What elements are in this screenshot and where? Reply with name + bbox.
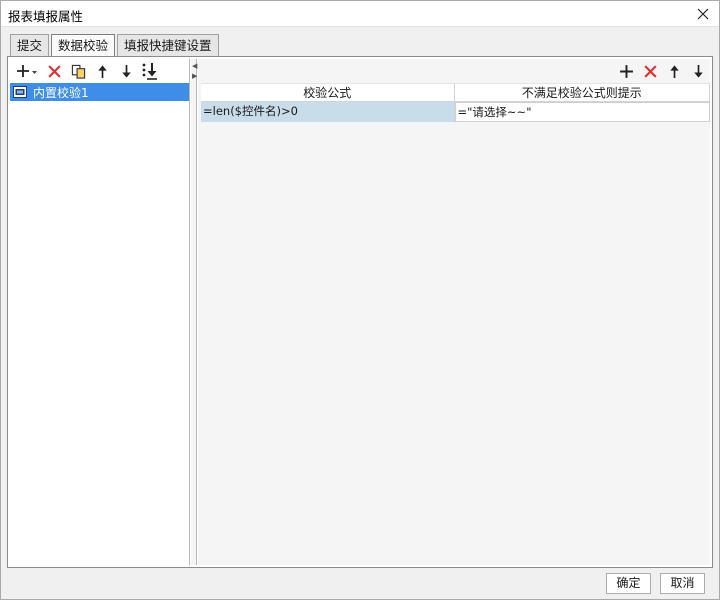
rule-list-pane: 内置校验1	[10, 59, 190, 565]
delete-icon	[47, 64, 61, 78]
close-icon	[697, 8, 709, 20]
tab-submit[interactable]: 提交	[10, 34, 50, 56]
column-header-formula: 校验公式	[201, 84, 455, 101]
tab-data-validation[interactable]: 数据校验	[51, 34, 116, 57]
move-down-button[interactable]	[114, 60, 138, 82]
add-icon	[17, 65, 37, 77]
move-formula-up-button[interactable]	[662, 60, 686, 82]
dialog: 报表填报属性 提交 数据校验 填报快捷键设置 内置校验1 ◀ ▶ 校验公式 不满…	[0, 0, 720, 600]
tab-shortcut-settings[interactable]: 填报快捷键设置	[117, 34, 219, 56]
add-formula-button[interactable]	[614, 60, 638, 82]
move-down-icon	[693, 64, 703, 78]
message-cell[interactable]: ="请选择~~"	[454, 102, 710, 122]
column-header-message: 不满足校验公式则提示	[455, 84, 710, 101]
delete-button[interactable]	[42, 60, 66, 82]
tree-item-label: 内置校验1	[33, 85, 89, 100]
table-row: =len($控件名)>0 ="请选择~~"	[201, 102, 710, 122]
titlebar: 报表填报属性	[1, 1, 719, 27]
add-button[interactable]	[12, 60, 42, 82]
dialog-title: 报表填报属性	[8, 9, 84, 24]
tab-panel: 内置校验1 ◀ ▶ 校验公式 不满足校验公式则提示 =len($控件名)>0 =…	[7, 56, 713, 568]
formula-cell[interactable]: =len($控件名)>0	[201, 102, 455, 122]
delete-formula-button[interactable]	[638, 60, 662, 82]
move-up-icon	[669, 64, 679, 78]
tree-item-builtin-rule[interactable]: 内置校验1	[10, 83, 189, 101]
move-bottom-icon	[142, 63, 157, 80]
grid-header: 校验公式 不满足校验公式则提示	[201, 83, 710, 102]
formula-pane: 校验公式 不满足校验公式则提示 =len($控件名)>0 ="请选择~~"	[198, 59, 710, 565]
cancel-button[interactable]: 取消	[660, 573, 705, 594]
move-up-button[interactable]	[90, 60, 114, 82]
move-down-icon	[121, 64, 131, 78]
left-toolbar	[12, 59, 162, 83]
close-button[interactable]	[693, 4, 713, 24]
ok-button[interactable]: 确定	[606, 573, 651, 594]
expand-right-icon: ▶	[192, 72, 198, 80]
right-toolbar	[614, 59, 710, 83]
copy-icon	[71, 64, 85, 79]
add-icon	[619, 64, 633, 78]
copy-button[interactable]	[66, 60, 90, 82]
move-formula-down-button[interactable]	[686, 60, 710, 82]
collapse-left-icon: ◀	[192, 62, 198, 70]
move-bottom-button[interactable]	[138, 60, 162, 82]
formula-grid: 校验公式 不满足校验公式则提示 =len($控件名)>0 ="请选择~~"	[201, 83, 710, 122]
pane-splitter[interactable]: ◀ ▶	[191, 59, 197, 565]
rule-tree: 内置校验1	[10, 83, 189, 101]
tab-bar: 提交 数据校验 填报快捷键设置	[10, 34, 221, 57]
move-up-icon	[97, 64, 107, 78]
delete-icon	[643, 64, 657, 78]
rule-icon	[13, 86, 27, 98]
